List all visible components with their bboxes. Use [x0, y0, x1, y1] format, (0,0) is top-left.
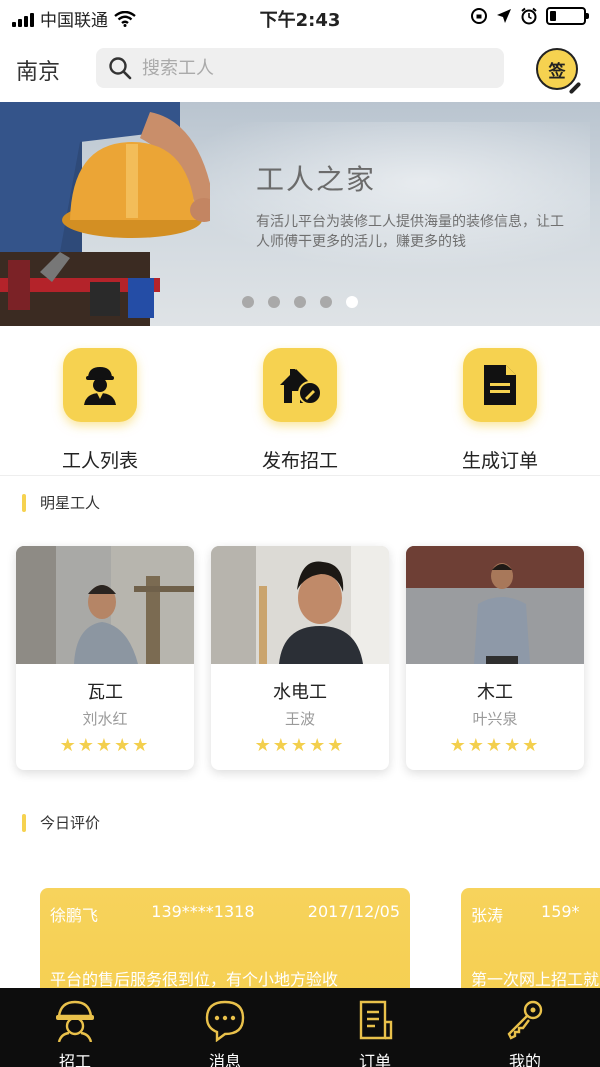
quick-actions: 工人列表 发布招工 生成订单 — [0, 326, 600, 476]
carousel-dot[interactable] — [320, 296, 332, 308]
review-card[interactable]: 张涛 159* 第一次网上招工就 — [461, 888, 600, 988]
worker-name: 王波 — [284, 710, 315, 728]
search-bar[interactable] — [96, 48, 504, 88]
sign-in-label: 签 — [548, 61, 566, 82]
worker-card[interactable]: 水电工 王波 ★★★★★ — [211, 546, 389, 770]
tab-recruit-label: 招工 — [58, 1052, 91, 1067]
rating-stars-icon: ★★★★★ — [449, 735, 541, 756]
order-icon — [353, 998, 397, 1042]
tab-recruit[interactable]: 招工 — [0, 988, 150, 1067]
worker-list-button[interactable]: 工人列表 — [30, 348, 170, 473]
banner-title: 工人之家 — [256, 163, 377, 196]
worker-photo — [16, 546, 194, 664]
rating-stars-icon: ★★★★★ — [59, 735, 151, 756]
worker-card[interactable]: 木工 叶兴泉 ★★★★★ — [406, 546, 584, 770]
hardhat-icon — [53, 998, 97, 1042]
location-icon — [497, 9, 511, 23]
review-card[interactable]: 徐鹏飞 139****1318 2017/12/05 平台的售后服务很到位，有个… — [40, 888, 410, 988]
star-workers-list: 瓦工 刘水红 ★★★★★ 水电工 王波 ★★★★★ 木工 叶兴泉 ★★★★★ — [16, 546, 600, 772]
tab-messages[interactable]: 消息 — [150, 988, 300, 1067]
header: 南京 签 — [0, 36, 600, 102]
battery-icon — [546, 7, 589, 25]
section-accent-bar — [22, 493, 26, 512]
post-job-button[interactable]: 发布招工 — [230, 348, 370, 473]
chat-icon — [203, 998, 247, 1042]
rotation-lock-icon — [471, 8, 487, 24]
pen-icon — [568, 81, 582, 95]
worker-trade: 木工 — [477, 682, 513, 703]
create-order-label: 生成订单 — [461, 450, 538, 472]
review-meta: 张涛 159* — [471, 902, 600, 926]
bottom-tab-bar: 招工 消息 订单 我的 — [0, 988, 600, 1067]
carousel-dot-active[interactable] — [346, 296, 358, 308]
carousel-dot[interactable] — [268, 296, 280, 308]
search-input[interactable] — [142, 57, 482, 79]
house-pen-icon — [263, 348, 337, 422]
document-icon — [463, 348, 537, 422]
review-text: 第一次网上招工就 — [471, 970, 600, 988]
review-user: 徐鹏飞 — [50, 906, 99, 925]
post-job-label: 发布招工 — [261, 450, 338, 472]
carousel-dot[interactable] — [294, 296, 306, 308]
worker-photo — [406, 546, 584, 664]
review-date: 2017/12/05 — [307, 902, 400, 921]
reviews-title: 今日评价 — [40, 814, 101, 832]
worker-photo — [211, 546, 389, 664]
worker-card[interactable]: 瓦工 刘水红 ★★★★★ — [16, 546, 194, 770]
star-workers-heading: 明星工人 — [22, 492, 100, 513]
worker-name: 叶兴泉 — [472, 710, 518, 728]
status-bar: 中国联通 下午2:43 — [0, 0, 600, 36]
worker-trade: 瓦工 — [87, 682, 123, 703]
worker-icon — [63, 348, 137, 422]
reviews-heading: 今日评价 — [22, 812, 100, 833]
tab-orders[interactable]: 订单 — [300, 988, 450, 1067]
star-workers-title: 明星工人 — [40, 494, 101, 512]
banner-description: 有活儿平台为装修工人提供海量的装修信息，让工人师傅干更多的活儿，赚更多的钱 — [256, 214, 564, 250]
tab-profile-label: 我的 — [508, 1052, 541, 1067]
worker-list-label: 工人列表 — [61, 450, 138, 472]
tab-orders-label: 订单 — [358, 1052, 391, 1067]
review-text: 平台的售后服务很到位，有个小地方验收 — [50, 970, 339, 988]
status-right — [470, 7, 589, 25]
worker-trade: 水电工 — [273, 682, 327, 703]
rating-stars-icon: ★★★★★ — [254, 735, 346, 756]
worker-name: 刘水红 — [82, 710, 128, 728]
tab-profile[interactable]: 我的 — [450, 988, 600, 1067]
create-order-button[interactable]: 生成订单 — [430, 348, 570, 473]
tab-messages-label: 消息 — [208, 1052, 241, 1067]
promo-banner[interactable]: 工人之家 有活儿平台为装修工人提供海量的装修信息，让工人师傅干更多的活儿，赚更多… — [0, 102, 600, 326]
review-phone: 139****1318 — [151, 902, 255, 921]
review-user: 张涛 — [471, 906, 504, 925]
reviews-carousel[interactable]: 徐鹏飞 139****1318 2017/12/05 平台的售后服务很到位，有个… — [0, 888, 600, 988]
alarm-icon — [521, 7, 537, 25]
sign-in-button[interactable]: 签 — [536, 48, 582, 95]
search-icon — [109, 57, 132, 80]
carousel-indicator[interactable] — [242, 296, 358, 308]
key-icon — [503, 998, 547, 1042]
carousel-dot[interactable] — [242, 296, 254, 308]
review-meta: 徐鹏飞 139****1318 2017/12/05 — [50, 902, 400, 926]
section-accent-bar — [22, 813, 26, 832]
banner-worker-image — [0, 102, 210, 326]
city-selector[interactable]: 南京 — [16, 54, 60, 86]
battery-fill — [550, 11, 557, 21]
review-phone: 159* — [541, 902, 580, 921]
